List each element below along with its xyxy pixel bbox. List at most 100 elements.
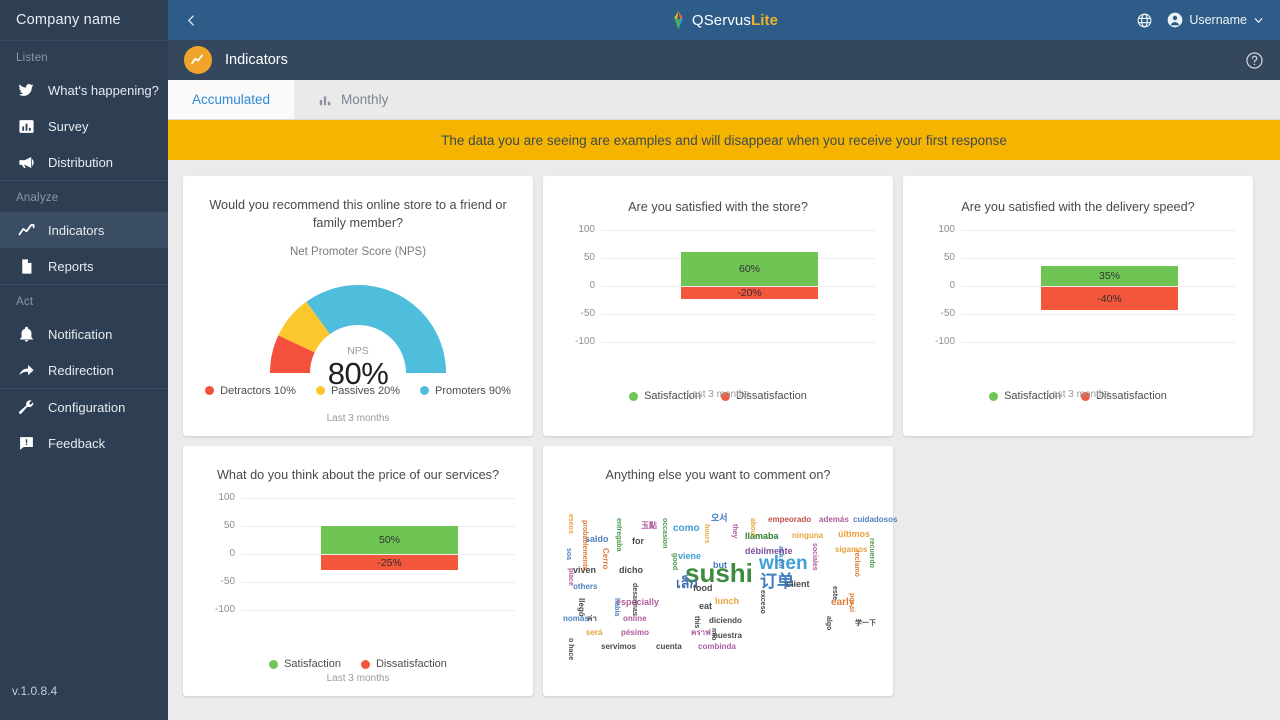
wordcloud-word: good [671,553,678,571]
globe-icon[interactable] [1136,12,1153,29]
wordcloud-word: client [786,579,810,590]
chevron-left-icon[interactable] [168,0,214,40]
y-tick: -50 [220,576,235,588]
wordcloud-word: habia [613,598,620,617]
wordcloud-word: eseos [567,514,574,535]
bell-icon [16,324,36,344]
sidebar-item-configuration[interactable]: Configuration [0,389,168,425]
wordcloud: sushi when 订单 เล็ก empeorado además cuidadosos… [563,498,897,661]
sidebar-item-label: Redirection [48,362,114,378]
sidebar-group-listen: Listen [16,52,48,64]
sidebar-item-feedback[interactable]: Feedback [0,425,168,461]
legend-dot-satisfaction [269,659,279,669]
main-area: QServusLite Username Indicators Accumula… [168,0,1280,720]
sidebar-item-label: Distribution [48,154,114,170]
dashboard-content: Would you recommend this online store to… [168,160,1280,720]
example-data-banner: The data you are seeing are examples and… [168,120,1280,160]
card-footer: Last 3 months [686,389,750,400]
page-title: Indicators [225,52,288,68]
store-satisfaction-chart: 100 50 0 -50 -100 60% -20% [561,224,875,378]
bar-satisfaction: 50% [321,526,458,555]
wrench-icon [16,397,36,417]
wordcloud-word: viene [678,551,702,562]
card-store-satisfaction: Are you satisfied with the store? 100 50… [543,176,893,436]
wordcloud-word: lunch [715,596,739,607]
bar-dissatisfaction: -40% [1041,287,1178,311]
y-tick: -100 [214,604,235,616]
card-title: What do you think about the price of our… [216,468,500,482]
wordcloud-word: about [749,518,756,538]
wordcloud-word: 오서 [711,513,728,524]
chevron-down-icon [1253,15,1264,26]
nps-gauge-chart: NPS 80% [183,264,533,391]
bar-chart-icon [16,116,36,136]
sidebar-item-label: Reports [48,258,94,274]
flame-logo-icon [674,10,683,30]
card-footer: Last 3 months [326,673,390,684]
wordcloud-word: llegó [577,598,586,618]
card-title: Would you recommend this online store to… [209,198,507,231]
card-delivery-satisfaction: Are you satisfied with the delivery spee… [903,176,1253,436]
tab-accumulated[interactable]: Accumulated [168,80,295,119]
wordcloud-word: este [831,586,838,601]
delivery-satisfaction-chart: 100 50 0 -50 -100 35% -40% [921,224,1235,378]
user-menu[interactable]: Username [1167,12,1264,28]
tab-bar: Accumulated Monthly [168,80,1280,120]
card-footer: Last 3 months [1046,389,1110,400]
wordcloud-word: será [586,628,603,638]
y-tick: -50 [580,308,595,320]
legend-dot-dissatisfaction [360,659,370,669]
sidebar-group-act: Act [16,296,34,308]
wordcloud-word: nuestra [713,631,742,641]
wordcloud-word: empeorado [768,515,812,525]
sidebar-item-redirection[interactable]: Redirection [0,352,168,388]
sidebar-item-indicators[interactable]: Indicators [0,212,168,248]
sidebar-item-reports[interactable]: Reports [0,248,168,284]
wordcloud-word: débilmente [745,546,793,557]
top-bar-actions: Username [1136,12,1280,29]
tab-monthly[interactable]: Monthly [294,80,412,119]
sidebar-item-notification[interactable]: Notification [0,316,168,352]
sidebar: Company name Listen What's happening? Su… [0,0,168,720]
wordcloud-word: por si [848,593,855,613]
document-icon [16,256,36,276]
wordcloud-word: o hace [567,638,574,661]
top-bar: QServusLite Username [168,0,1280,40]
wordcloud-word: 玉點 [641,521,657,531]
legend-item-dissatisfaction: Dissatisfaction [360,658,447,670]
wordcloud-word: Cerro [601,548,610,570]
wordcloud-word: recuerdo [868,538,875,569]
sidebar-item-survey[interactable]: Survey [0,108,168,144]
wordcloud-word: eat [699,601,713,612]
tab-label: Accumulated [192,92,271,107]
sidebar-item-label: What's happening? [48,82,159,98]
wordcloud-word: entregaba [615,518,622,552]
sidebar-item-distribution[interactable]: Distribution [0,144,168,180]
y-tick: 50 [943,252,955,264]
sidebar-item-label: Configuration [48,399,126,415]
wordcloud-word: for [632,536,644,547]
legend-label: Satisfaction [284,658,341,671]
line-chart-icon [191,54,203,65]
price-opinion-chart: 100 50 0 -50 -100 50% -25% [201,492,515,646]
wordcloud-word: mio [710,628,717,641]
y-tick: 0 [589,280,595,292]
sidebar-item-whats-happening[interactable]: What's happening? [0,72,168,108]
wordcloud-word: sociales [811,543,818,572]
wordcloud-word: dicho [619,565,643,576]
feedback-icon [16,433,36,453]
bar-satisfaction: 35% [1041,266,1178,287]
wordcloud-word: others [573,582,598,592]
megaphone-icon [16,152,36,172]
sidebar-item-label: Indicators [48,222,105,238]
wordcloud-word: reclamó [853,550,860,578]
bar-dissatisfaction: -20% [681,287,818,300]
arrow-redirect-icon [16,360,36,380]
sidebar-item-label: Feedback [48,435,106,451]
wordcloud-word: place [567,568,574,587]
help-circle-icon[interactable] [1245,51,1264,70]
tab-label: Monthly [341,92,389,107]
sidebar-item-label: Notification [48,326,113,342]
app-version: v.1.0.8.4 [12,684,58,698]
y-tick: -100 [574,336,595,348]
